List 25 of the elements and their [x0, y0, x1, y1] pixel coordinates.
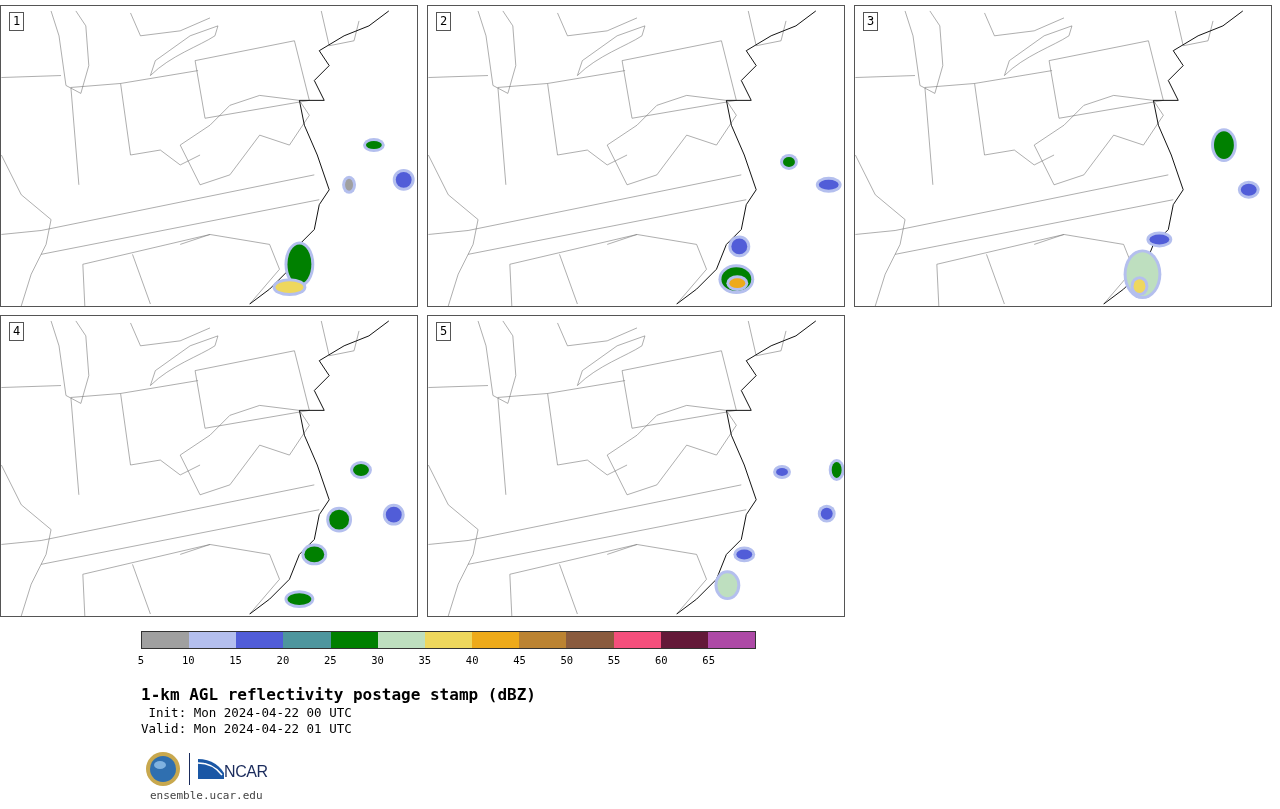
website-url: ensemble.ucar.edu [150, 789, 264, 802]
panel-number: 2 [436, 12, 452, 31]
swoosh-logo-icon [198, 759, 224, 779]
globe-seal-icon [145, 751, 181, 787]
tick-label: 50 [560, 654, 574, 666]
tick-label: 20 [276, 654, 290, 666]
tick-label: 25 [323, 654, 337, 666]
tick-label: 5 [137, 654, 145, 666]
logo-wordmark: NCAR [224, 762, 268, 782]
panel-number: 3 [863, 12, 879, 31]
chart-title: 1-km AGL reflectivity postage stamp (dBZ) [141, 685, 537, 705]
tick-label: 40 [465, 654, 479, 666]
tick-label: 55 [607, 654, 621, 666]
valid-time: Valid: Mon 2024-04-22 01 UTC [141, 721, 353, 737]
panel-number: 5 [436, 322, 452, 341]
tick-label: 10 [181, 654, 195, 666]
panel-number: 1 [9, 12, 25, 31]
tick-label: 30 [371, 654, 384, 666]
tick-label: 15 [229, 654, 242, 666]
tick-label: 65 [702, 654, 715, 666]
tick-label: 60 [655, 654, 668, 666]
init-time: Init: Mon 2024-04-22 00 UTC [147, 705, 353, 721]
tick-label: 35 [418, 654, 432, 666]
panel-number: 4 [9, 322, 25, 341]
tick-label: 45 [513, 654, 526, 666]
